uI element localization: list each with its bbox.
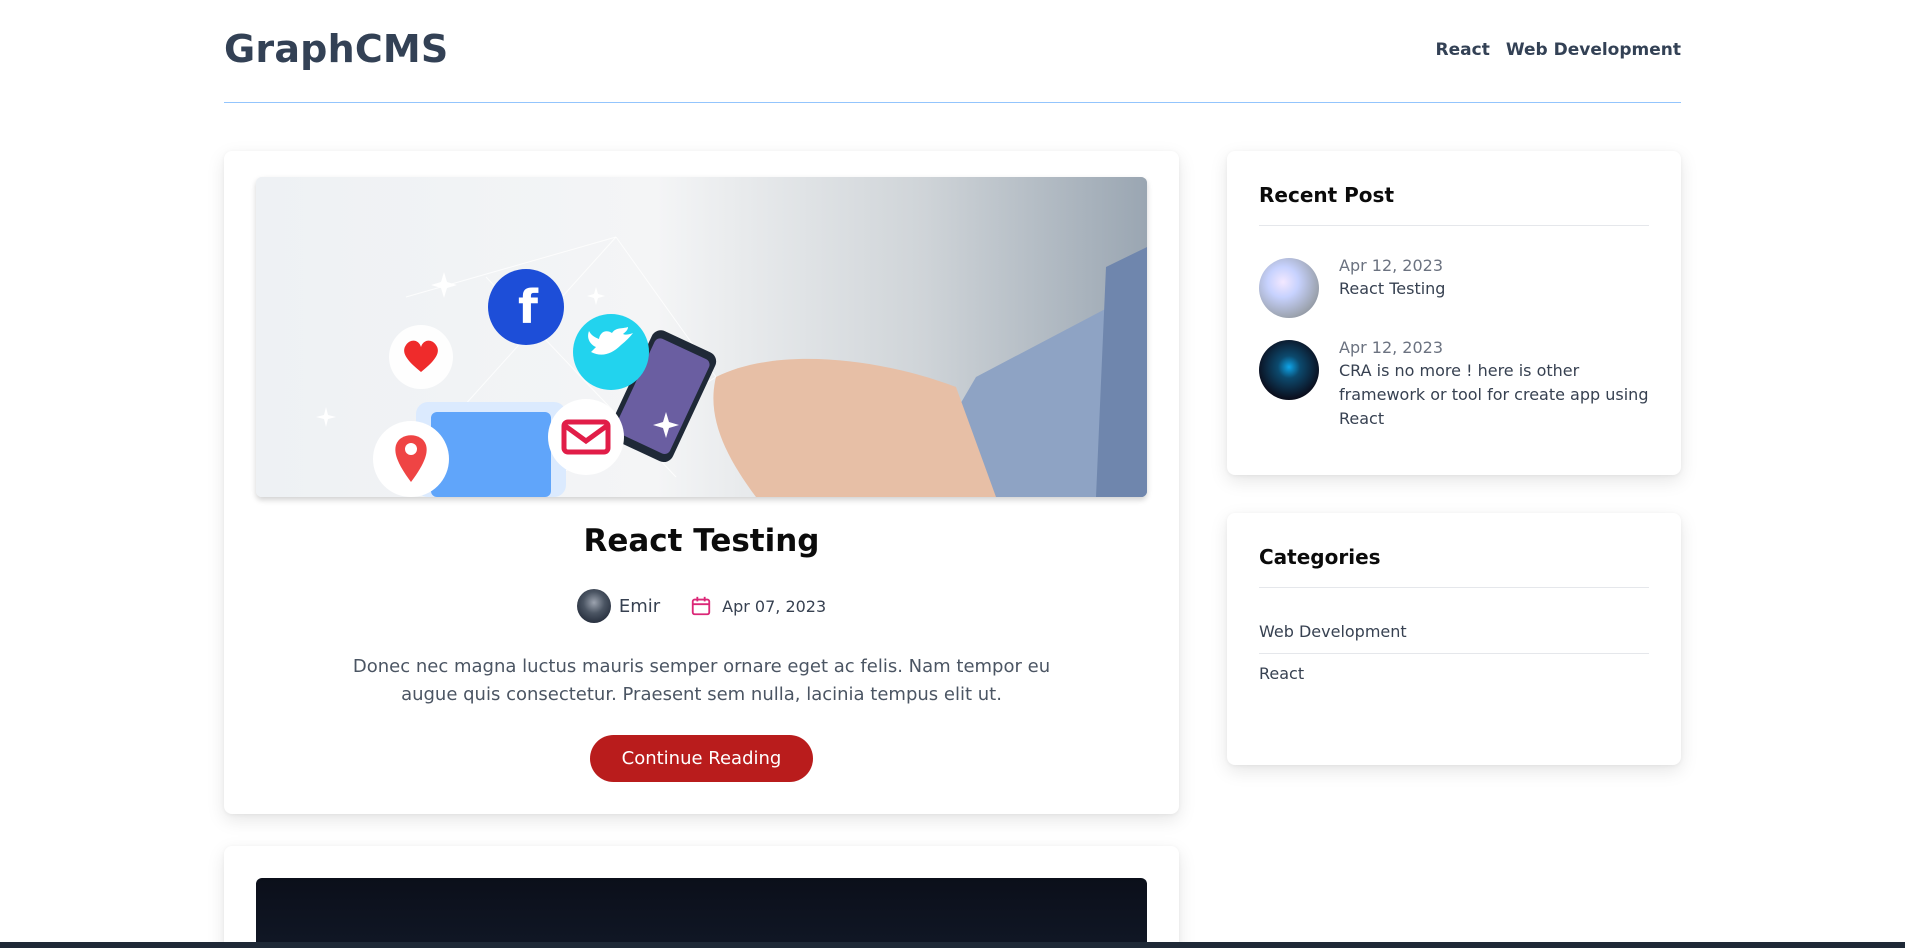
sidebar: Recent Post Apr 12, 2023 React Testing A…	[1227, 151, 1681, 948]
heart-bubble-icon	[389, 325, 453, 389]
mail-bubble-icon	[548, 399, 624, 475]
category-item-web-development[interactable]: Web Development	[1259, 612, 1649, 654]
recent-post-thumbnail[interactable]	[1259, 258, 1319, 318]
post-date: Apr 07, 2023	[690, 595, 826, 617]
svg-text:f: f	[518, 280, 539, 334]
recent-post-date: Apr 12, 2023	[1339, 338, 1444, 357]
post-list: f React Testing Emir Apr 07, 2023 Donec …	[224, 151, 1179, 948]
recent-posts-list: Apr 12, 2023 React Testing Apr 12, 2023 …	[1259, 248, 1649, 431]
recent-post-date: Apr 12, 2023	[1339, 256, 1444, 275]
post-featured-image[interactable]: f	[256, 177, 1147, 497]
post-card: f React Testing Emir Apr 07, 2023 Donec …	[224, 151, 1179, 814]
categories-widget: Categories Web Development React	[1227, 513, 1681, 765]
post-excerpt: Donec nec magna luctus mauris semper orn…	[352, 656, 1051, 705]
brand-logo-text[interactable]: GraphCMS	[224, 27, 449, 71]
continue-reading-button[interactable]: Continue Reading	[589, 735, 814, 782]
calendar-icon	[691, 596, 711, 616]
recent-posts-title: Recent Post	[1259, 183, 1649, 226]
post-featured-image[interactable]	[256, 878, 1147, 948]
facebook-bubble-icon: f	[488, 269, 564, 345]
author-name: Emir	[618, 595, 661, 617]
recent-posts-widget: Recent Post Apr 12, 2023 React Testing A…	[1227, 151, 1681, 475]
nav-link-web-development[interactable]: Web Development	[1506, 40, 1681, 60]
post-date-text: Apr 07, 2023	[722, 596, 827, 616]
post-author: Emir	[576, 589, 661, 623]
recent-post-thumbnail[interactable]	[1259, 340, 1319, 400]
page-container: GraphCMS React Web Development f React T…	[224, 0, 1681, 948]
post-card	[224, 846, 1179, 948]
content-layout: f React Testing Emir Apr 07, 2023 Donec …	[224, 151, 1681, 948]
twitter-bubble-icon	[573, 314, 649, 390]
categories-list: Web Development React	[1259, 612, 1649, 695]
cta-wrapper: Continue Reading	[256, 735, 1147, 782]
category-item-react[interactable]: React	[1259, 654, 1649, 695]
location-pin-bubble-icon	[373, 421, 449, 497]
categories-title: Categories	[1259, 545, 1649, 588]
recent-post-title[interactable]: CRA is no more ! here is other framework…	[1339, 359, 1649, 431]
recent-post-item[interactable]: Apr 12, 2023 CRA is no more ! here is ot…	[1259, 330, 1649, 431]
site-header: GraphCMS React Web Development	[224, 0, 1681, 103]
window-bottom-edge	[0, 942, 1905, 948]
post-title[interactable]: React Testing	[256, 523, 1147, 559]
top-nav: React Web Development	[1436, 40, 1681, 60]
recent-post-title[interactable]: React Testing	[1339, 277, 1445, 301]
social-media-illustration: f	[256, 177, 1147, 497]
recent-post-item[interactable]: Apr 12, 2023 React Testing	[1259, 248, 1649, 318]
post-meta: Emir Apr 07, 2023	[256, 589, 1147, 623]
nav-link-react[interactable]: React	[1436, 40, 1490, 60]
author-avatar	[576, 589, 611, 623]
